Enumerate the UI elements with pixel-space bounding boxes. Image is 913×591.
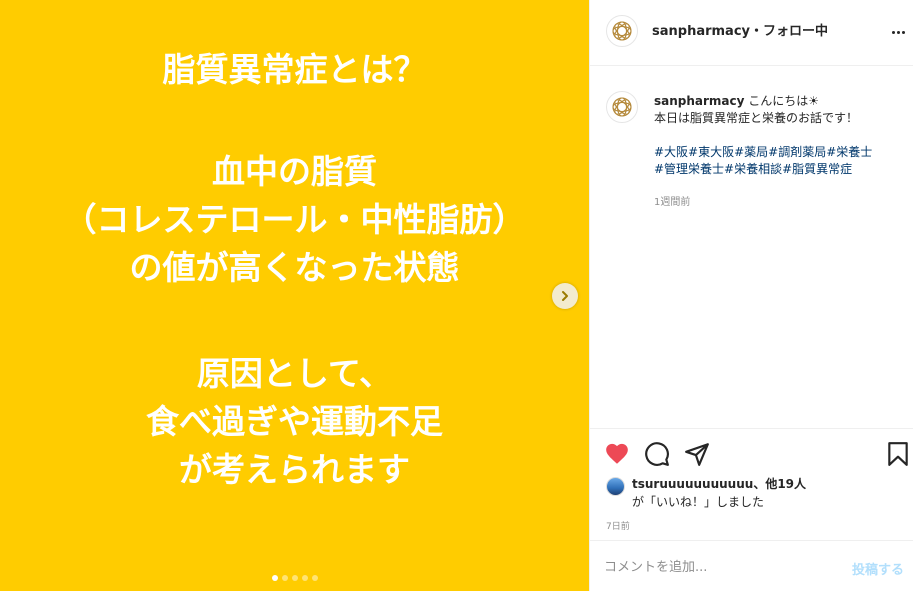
carousel-dots <box>0 575 589 581</box>
carousel-dot-active <box>271 575 278 581</box>
comment-icon[interactable] <box>644 441 670 467</box>
post-actions: tsuruuuuuuuuuuu、他19人 が「いいね！」しました 7日前 <box>590 428 913 540</box>
slide-cause-line: 原因として、 <box>196 354 393 393</box>
slide-definition-line: 血中の脂質 <box>212 152 377 191</box>
chevron-right-icon <box>562 291 568 301</box>
hashtag-line[interactable]: #管理栄養士#栄養相談#脂質異常症 <box>654 161 904 178</box>
heart-icon[interactable] <box>604 441 630 467</box>
caption-username[interactable]: sanpharmacy <box>654 94 744 108</box>
slide-heading: 脂質異常症とは？ <box>162 50 427 89</box>
ellipsis-icon <box>891 30 895 34</box>
avatar[interactable] <box>606 477 625 496</box>
bookmark-icon[interactable] <box>885 441 911 467</box>
ellipsis-icon <box>896 30 900 34</box>
caption-time: 1週間前 <box>654 197 691 208</box>
caption-text: 本日は脂質異常症と栄養のお話です！ <box>654 111 859 125</box>
avatar[interactable] <box>606 91 638 123</box>
profile-logo-icon <box>612 97 632 117</box>
avatar[interactable] <box>606 15 638 47</box>
carousel-dot <box>311 575 318 581</box>
slide-definition: 血中の脂質 （コレステロール・中性脂肪） の値が高くなった状態 <box>0 148 589 292</box>
more-options-button[interactable] <box>888 22 908 42</box>
carousel-dot <box>291 575 298 581</box>
caption-body: sanpharmacy こんにちは☀ 本日は脂質異常症と栄養のお話です！ #大阪… <box>654 93 904 211</box>
instagram-post-modal: 脂質異常症とは？ 血中の脂質 （コレステロール・中性脂肪） の値が高くなった状態… <box>0 0 913 591</box>
caption-hashtags[interactable]: #大阪#東大阪#薬局#調剤薬局#栄養士 #管理栄養士#栄養相談#脂質異常症 <box>654 144 904 178</box>
carousel-dot <box>301 575 308 581</box>
slide-definition-line: （コレステロール・中性脂肪） <box>63 200 526 239</box>
next-slide-button[interactable] <box>552 283 578 309</box>
header-username[interactable]: sanpharmacy <box>652 24 750 39</box>
post-comment-button[interactable]: 投稿する <box>852 559 904 578</box>
hashtag-line[interactable]: #大阪#東大阪#薬局#調剤薬局#栄養士 <box>654 144 904 161</box>
follow-status[interactable]: ・フォロー中 <box>750 24 828 39</box>
slide-definition-line: の値が高くなった状態 <box>129 248 460 287</box>
post-image-slide[interactable]: 脂質異常症とは？ 血中の脂質 （コレステロール・中性脂肪） の値が高くなった状態… <box>0 0 589 591</box>
post-side-panel: sanpharmacy・フォロー中 sanpharmacy こんにちは☀ 本日は… <box>589 0 913 591</box>
share-icon[interactable] <box>684 441 710 467</box>
slide-cause-line: が考えられます <box>179 450 410 489</box>
caption-line: sanpharmacy こんにちは☀ <box>654 93 904 110</box>
likes-text: が「いいね！」しました <box>632 495 765 509</box>
header-username-line: sanpharmacy・フォロー中 <box>652 20 828 39</box>
comment-input[interactable] <box>604 557 834 577</box>
post-header: sanpharmacy・フォロー中 <box>590 0 913 66</box>
carousel-dot <box>281 575 288 581</box>
slide-cause: 原因として、 食べ過ぎや運動不足 が考えられます <box>0 350 589 494</box>
comment-form: 投稿する <box>590 540 913 591</box>
slide-cause-line: 食べ過ぎや運動不足 <box>146 402 443 441</box>
likes-users-link[interactable]: tsuruuuuuuuuuuu、他19人 <box>632 475 806 493</box>
caption-greeting: こんにちは☀ <box>748 94 820 108</box>
ellipsis-icon <box>901 30 905 34</box>
post-date[interactable]: 7日前 <box>606 519 630 532</box>
post-caption: sanpharmacy こんにちは☀ 本日は脂質異常症と栄養のお話です！ #大阪… <box>590 67 913 427</box>
profile-logo-icon <box>612 21 632 41</box>
